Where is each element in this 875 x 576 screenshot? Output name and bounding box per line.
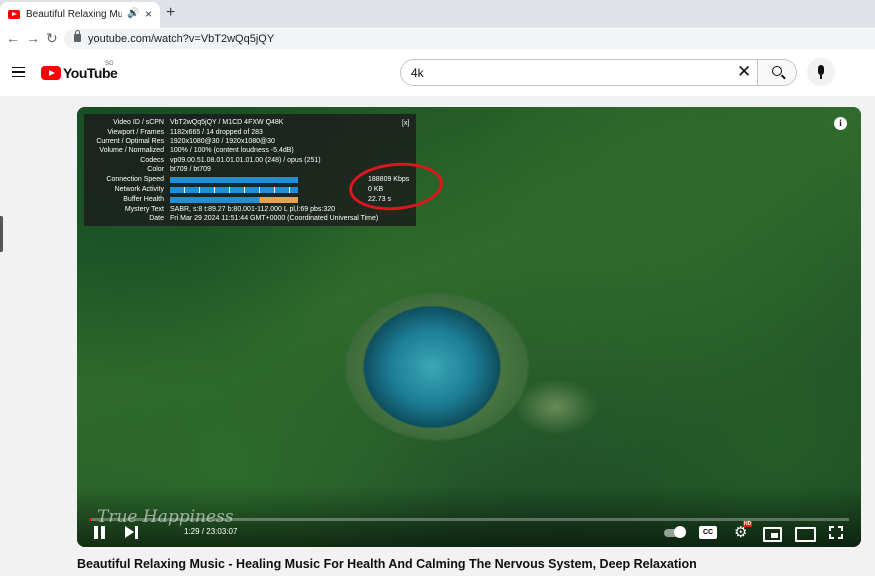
stats-key: Codecs: [140, 157, 164, 164]
miniplayer-button[interactable]: [763, 525, 782, 542]
stats-key: Buffer Health: [123, 196, 164, 203]
stats-value: 100% / 100% (content loudness -5.4dB): [170, 147, 294, 154]
stats-value: SABR, s:8 t:89.27 b:80.001-112.000 L pl,…: [170, 206, 336, 213]
pause-button[interactable]: [94, 525, 106, 541]
youtube-logo-text: YouTube: [63, 65, 118, 81]
fullscreen-corner-icon: [838, 526, 843, 531]
address-bar[interactable]: youtube.com/watch?v=VbT2wQq5jQY: [64, 29, 875, 49]
fullscreen-button[interactable]: [829, 525, 844, 541]
stats-value: 1182x665 / 14 dropped of 283: [170, 129, 263, 136]
buffer-health-graph: [170, 197, 298, 203]
stats-key: Connection Speed: [106, 176, 164, 183]
autoplay-toggle[interactable]: [664, 525, 688, 541]
browser-toolbar: ← → ↻ youtube.com/watch?v=VbT2wQq5jQY: [0, 28, 875, 50]
new-tab-button[interactable]: +: [166, 4, 175, 22]
stats-key: Viewport / Frames: [107, 129, 164, 136]
hd-badge: HD: [743, 521, 753, 527]
tab-title: Beautiful Relaxing Music - Heal: [26, 9, 122, 20]
lock-icon[interactable]: [74, 30, 81, 42]
fullscreen-corner-icon: [838, 534, 843, 539]
voice-search-mic-icon[interactable]: [807, 58, 835, 86]
time-display: 1:29 / 23:03:07: [184, 527, 237, 536]
stats-for-nerds-panel: Video ID / sCPN VbT2wQq5jQY / M1CD 4FXW …: [84, 114, 445, 226]
network-activity-graph: [170, 187, 298, 193]
current-time: 1:29: [184, 527, 200, 536]
forward-arrow-icon[interactable]: →: [26, 30, 40, 46]
video-player[interactable]: Video ID / sCPN VbT2wQq5jQY / M1CD 4FXW …: [77, 107, 861, 547]
connection-speed-graph: [170, 177, 298, 183]
fullscreen-corner-icon: [829, 534, 834, 539]
stats-key: Date: [149, 215, 164, 222]
cc-icon: CC: [699, 526, 717, 539]
theater-mode-button[interactable]: [795, 525, 816, 542]
search-query[interactable]: 4k: [411, 66, 424, 80]
back-arrow-icon[interactable]: ←: [6, 30, 20, 46]
channel-watermark: True Happiness: [97, 507, 234, 527]
stats-close-button[interactable]: [x]: [402, 120, 409, 127]
youtube-favicon-icon: [8, 10, 20, 19]
stats-key: Color: [147, 166, 164, 173]
info-icon[interactable]: i: [834, 117, 847, 130]
stats-key: Video ID / sCPN: [113, 119, 164, 126]
address-url[interactable]: youtube.com/watch?v=VbT2wQq5jQY: [88, 33, 274, 45]
stats-value: Fri Mar 29 2024 11:51:44 GMT+0000 (Coord…: [170, 215, 379, 222]
reload-icon[interactable]: ↻: [46, 30, 58, 47]
stats-value: vp09.00.51.08.01.01.01.01.00 (248) / opu…: [170, 157, 321, 164]
progress-played: [89, 518, 91, 521]
stats-key: Network Activity: [114, 186, 164, 193]
menu-hamburger-icon[interactable]: [12, 67, 25, 77]
browser-tab[interactable]: Beautiful Relaxing Music - Heal 🔊 ×: [0, 2, 160, 28]
stats-key: Mystery Text: [124, 206, 164, 213]
gear-icon: ⚙: [734, 524, 748, 541]
tab-audio-icon[interactable]: 🔊: [127, 8, 139, 19]
settings-button[interactable]: ⚙ HD: [733, 521, 753, 541]
search-input[interactable]: 4k ✕: [400, 59, 758, 86]
stats-value: bt709 / bt709: [170, 166, 211, 173]
youtube-play-logo-icon: [41, 66, 61, 80]
side-panel-handle[interactable]: [0, 216, 3, 252]
clear-search-icon[interactable]: ✕: [737, 62, 751, 82]
video-title: Beautiful Relaxing Music - Healing Music…: [77, 557, 697, 571]
fullscreen-corner-icon: [829, 526, 834, 531]
progress-bar[interactable]: [89, 518, 849, 521]
subtitles-button[interactable]: CC: [699, 525, 717, 541]
stats-value: VbT2wQq5jQY / M1CD 4FXW Q48K: [170, 119, 284, 126]
next-button[interactable]: [125, 525, 139, 541]
youtube-masthead: YouTube SG 4k ✕: [0, 50, 875, 96]
duration: 23:03:07: [206, 527, 238, 536]
browser-tab-bar: Beautiful Relaxing Music - Heal 🔊 × +: [0, 0, 875, 28]
search-icon: [772, 66, 782, 76]
stats-value: 1920x1080@30 / 1920x1080@30: [170, 138, 275, 145]
tab-close-icon[interactable]: ×: [145, 7, 152, 21]
youtube-logo[interactable]: YouTube SG: [41, 61, 121, 82]
search-button[interactable]: [757, 59, 797, 86]
stats-key: Volume / Normalized: [99, 147, 164, 154]
country-code: SG: [105, 61, 114, 67]
stats-key: Current / Optimal Res: [96, 138, 164, 145]
